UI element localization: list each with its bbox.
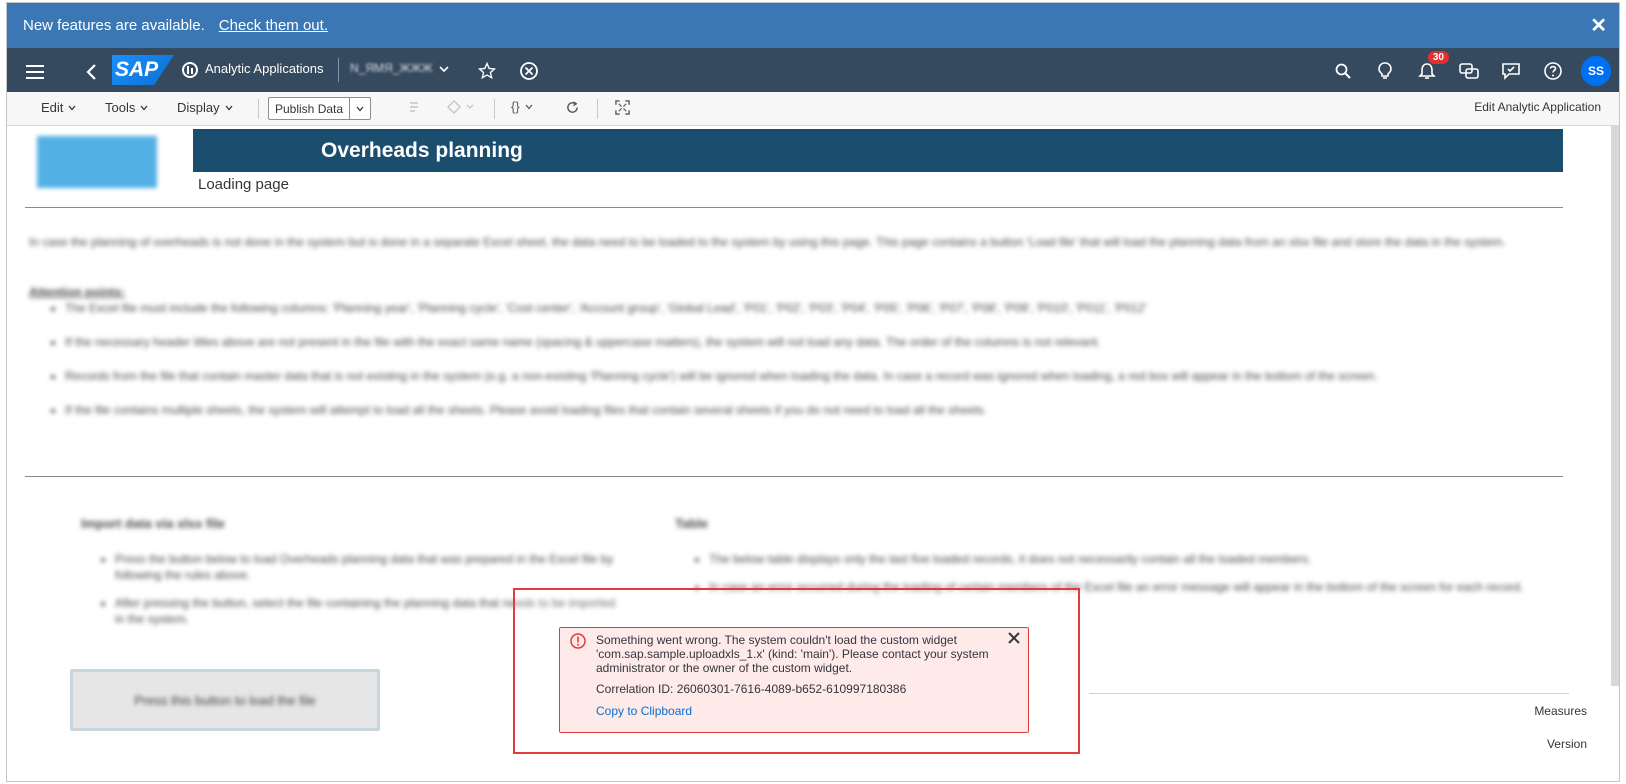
feedback-icon[interactable] xyxy=(1497,57,1525,85)
edit-analytic-application-button[interactable]: Edit Analytic Application xyxy=(1474,100,1601,114)
page-header: Overheads planning xyxy=(193,129,1563,172)
help-icon[interactable] xyxy=(1539,57,1567,85)
lightbulb-icon[interactable] xyxy=(1371,57,1399,85)
load-file-button[interactable]: Press this button to load the file xyxy=(70,669,380,731)
chevron-down-icon[interactable] xyxy=(439,62,449,76)
navigation-icon xyxy=(447,100,477,117)
toolbar: Edit Tools Display Publish Data {} Edit … xyxy=(7,92,1619,126)
load-file-button-label: Press this button to load the file xyxy=(134,692,316,708)
publish-dropdown-icon[interactable] xyxy=(350,106,370,112)
list-item: If the file contains multiple sheets, th… xyxy=(65,402,1551,418)
back-icon[interactable] xyxy=(79,60,103,84)
chevron-down-icon xyxy=(68,105,76,110)
chevron-down-icon xyxy=(525,104,533,109)
error-icon xyxy=(570,633,586,649)
display-menu[interactable]: Display xyxy=(177,100,233,115)
user-avatar[interactable]: SS xyxy=(1581,56,1611,86)
tools-menu-label: Tools xyxy=(105,100,136,115)
attention-points-heading: Attention points: xyxy=(29,285,125,299)
company-logo xyxy=(37,136,157,188)
banner-close-button[interactable]: ✕ xyxy=(1590,13,1607,38)
divider xyxy=(25,207,1563,208)
notification-count-badge: 30 xyxy=(1427,51,1449,64)
edit-menu[interactable]: Edit xyxy=(41,100,76,115)
analytic-application-icon xyxy=(181,61,199,79)
list-item: The below table displays only the last f… xyxy=(709,551,1545,567)
fullscreen-icon[interactable] xyxy=(615,100,630,118)
list-item: Records from the file that contain maste… xyxy=(65,368,1551,384)
publish-data-split-button[interactable]: Publish Data xyxy=(268,97,372,120)
display-menu-label: Display xyxy=(177,100,220,115)
search-icon[interactable] xyxy=(1329,57,1357,85)
toolbar-separator xyxy=(494,99,495,119)
error-close-button[interactable] xyxy=(1008,632,1020,647)
notifications-bell-icon[interactable]: 30 xyxy=(1413,51,1449,85)
file-name: N_ЯМЯ_ЖЖЖ xyxy=(350,61,433,75)
list-item: Press the button below to load Overheads… xyxy=(115,551,621,583)
banner-message: New features are available. xyxy=(23,17,205,34)
sap-logo[interactable]: SAP xyxy=(112,55,174,85)
list-item: The Excel file must include the followin… xyxy=(65,300,1551,316)
error-message: Something went wrong. The system couldn'… xyxy=(596,633,989,675)
new-features-banner: New features are available. Check them o… xyxy=(7,3,1619,48)
shell-divider xyxy=(338,58,339,82)
shell-bar: SAP Analytic Applications N_ЯМЯ_ЖЖЖ 30 S… xyxy=(7,48,1619,92)
page-title: Overheads planning xyxy=(321,139,523,162)
chevron-down-icon xyxy=(225,105,233,110)
table-section-title: Table xyxy=(675,516,708,531)
edit-menu-label: Edit xyxy=(41,100,64,115)
divider xyxy=(25,476,1563,477)
list-item: If the necessary header titles above are… xyxy=(65,334,1551,350)
check-them-out-link[interactable]: Check them out. xyxy=(219,17,328,34)
scripting-menu[interactable]: {} xyxy=(511,99,533,114)
vertical-scrollbar[interactable] xyxy=(1611,126,1619,686)
braces-icon: {} xyxy=(511,99,520,114)
chevron-down-icon xyxy=(140,105,148,110)
tools-menu[interactable]: Tools xyxy=(105,100,148,115)
table-header-version: Version xyxy=(1546,737,1587,751)
discussions-icon[interactable] xyxy=(1455,57,1483,85)
file-name-selector[interactable]: N_ЯМЯ_ЖЖЖ xyxy=(350,61,433,75)
copy-to-clipboard-link[interactable]: Copy to Clipboard xyxy=(596,704,1018,718)
error-message-strip: Something went wrong. The system couldn'… xyxy=(559,627,1029,733)
loading-page-text: Loading page xyxy=(198,176,289,193)
menu-icon[interactable] xyxy=(23,60,47,84)
favorite-star-icon[interactable] xyxy=(475,59,499,83)
publish-data-button[interactable]: Publish Data xyxy=(269,98,351,119)
data-action-icon xyxy=(407,100,421,117)
table-header-measures: Measures xyxy=(1534,704,1587,718)
attention-points-list: The Excel file must include the followin… xyxy=(51,300,1551,436)
refresh-icon[interactable] xyxy=(565,100,580,118)
close-circle-icon[interactable] xyxy=(517,59,541,83)
app-title: Analytic Applications xyxy=(205,61,324,76)
toolbar-separator xyxy=(597,99,598,119)
correlation-id: Correlation ID: 26060301-7616-4089-b652-… xyxy=(596,682,907,696)
table-divider xyxy=(1089,693,1569,694)
shell-right-icons: 30 SS xyxy=(1329,51,1611,86)
toolbar-separator xyxy=(258,99,259,119)
import-section-title: Import data via xlsx file xyxy=(81,516,225,531)
intro-text: In case the planning of overheads is not… xyxy=(29,235,1506,249)
